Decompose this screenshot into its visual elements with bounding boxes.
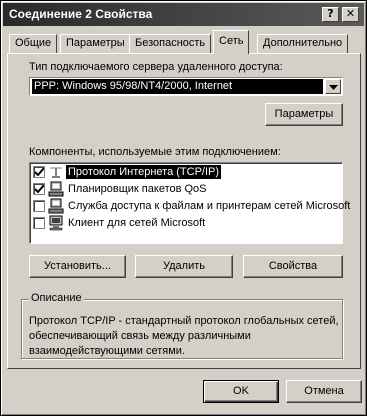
- tab-options[interactable]: Параметры: [60, 34, 131, 53]
- remove-button[interactable]: Удалить: [135, 255, 233, 278]
- cancel-button[interactable]: Отмена: [286, 380, 362, 403]
- components-label: Компоненты, используемые этим подключени…: [29, 146, 281, 158]
- properties-button[interactable]: Свойства: [243, 255, 343, 278]
- tab-label: Сеть: [219, 35, 244, 47]
- dropdown-button[interactable]: [325, 79, 341, 94]
- list-item-ms-client[interactable]: Клиент для сетей Microsoft: [32, 215, 340, 231]
- network-client-icon: [49, 215, 63, 231]
- tab-label: Параметры: [66, 37, 125, 49]
- server-type-label: Тип подключаемого сервера удаленного дос…: [29, 61, 283, 73]
- checkbox[interactable]: [33, 200, 45, 212]
- description-text: Протокол TCP/IP - стандартный протокол г…: [29, 315, 339, 357]
- tab-security[interactable]: Безопасность: [129, 34, 212, 53]
- tab-advanced[interactable]: Дополнительно: [257, 34, 349, 53]
- list-item-tcpip[interactable]: Протокол Интернета (TCP/IP): [32, 164, 340, 180]
- properties-dialog: Соединение 2 Свойства ? ✕ Общие Параметр…: [0, 0, 367, 416]
- item-label: Планировщик пакетов QoS: [68, 183, 207, 195]
- tab-label: Дополнительно: [263, 37, 343, 49]
- ok-button[interactable]: OK: [203, 380, 279, 403]
- close-button[interactable]: ✕: [342, 7, 359, 22]
- description-title: Описание: [29, 292, 84, 304]
- window-title: Соединение 2 Свойства: [9, 7, 153, 21]
- server-type-value: PPP: Windows 95/98/NT4/2000, Internet: [32, 79, 323, 94]
- tab-network[interactable]: Сеть: [213, 30, 250, 54]
- item-label: Протокол Интернета (TCP/IP): [66, 165, 222, 179]
- chevron-down-icon: [329, 85, 338, 90]
- network-service-icon: [48, 198, 64, 214]
- checkbox[interactable]: [33, 217, 45, 229]
- tab-label: Общие: [15, 37, 52, 49]
- install-button[interactable]: Установить...: [29, 255, 126, 278]
- network-service-icon: [48, 181, 64, 197]
- tab-label: Безопасность: [135, 37, 206, 49]
- item-label: Служба доступа к файлам и принтерам сете…: [68, 200, 351, 212]
- list-item-qos[interactable]: Планировщик пакетов QoS: [32, 181, 340, 197]
- params-button[interactable]: Параметры: [265, 103, 343, 126]
- item-label: Клиент для сетей Microsoft: [68, 217, 206, 229]
- tab-general[interactable]: Общие: [9, 34, 58, 53]
- check-icon: [35, 168, 44, 176]
- help-button[interactable]: ?: [322, 7, 339, 22]
- list-item-file-sharing[interactable]: Служба доступа к файлам и принтерам сете…: [32, 198, 350, 214]
- checkbox[interactable]: [33, 166, 45, 178]
- checkbox[interactable]: [33, 183, 45, 195]
- server-type-select[interactable]: PPP: Windows 95/98/NT4/2000, Internet: [29, 77, 343, 96]
- title-bar[interactable]: Соединение 2 Свойства ? ✕: [3, 3, 364, 26]
- components-list[interactable]: Протокол Интернета (TCP/IP) Планировщик …: [29, 162, 350, 244]
- check-icon: [35, 185, 44, 193]
- network-protocol-icon: [50, 167, 62, 178]
